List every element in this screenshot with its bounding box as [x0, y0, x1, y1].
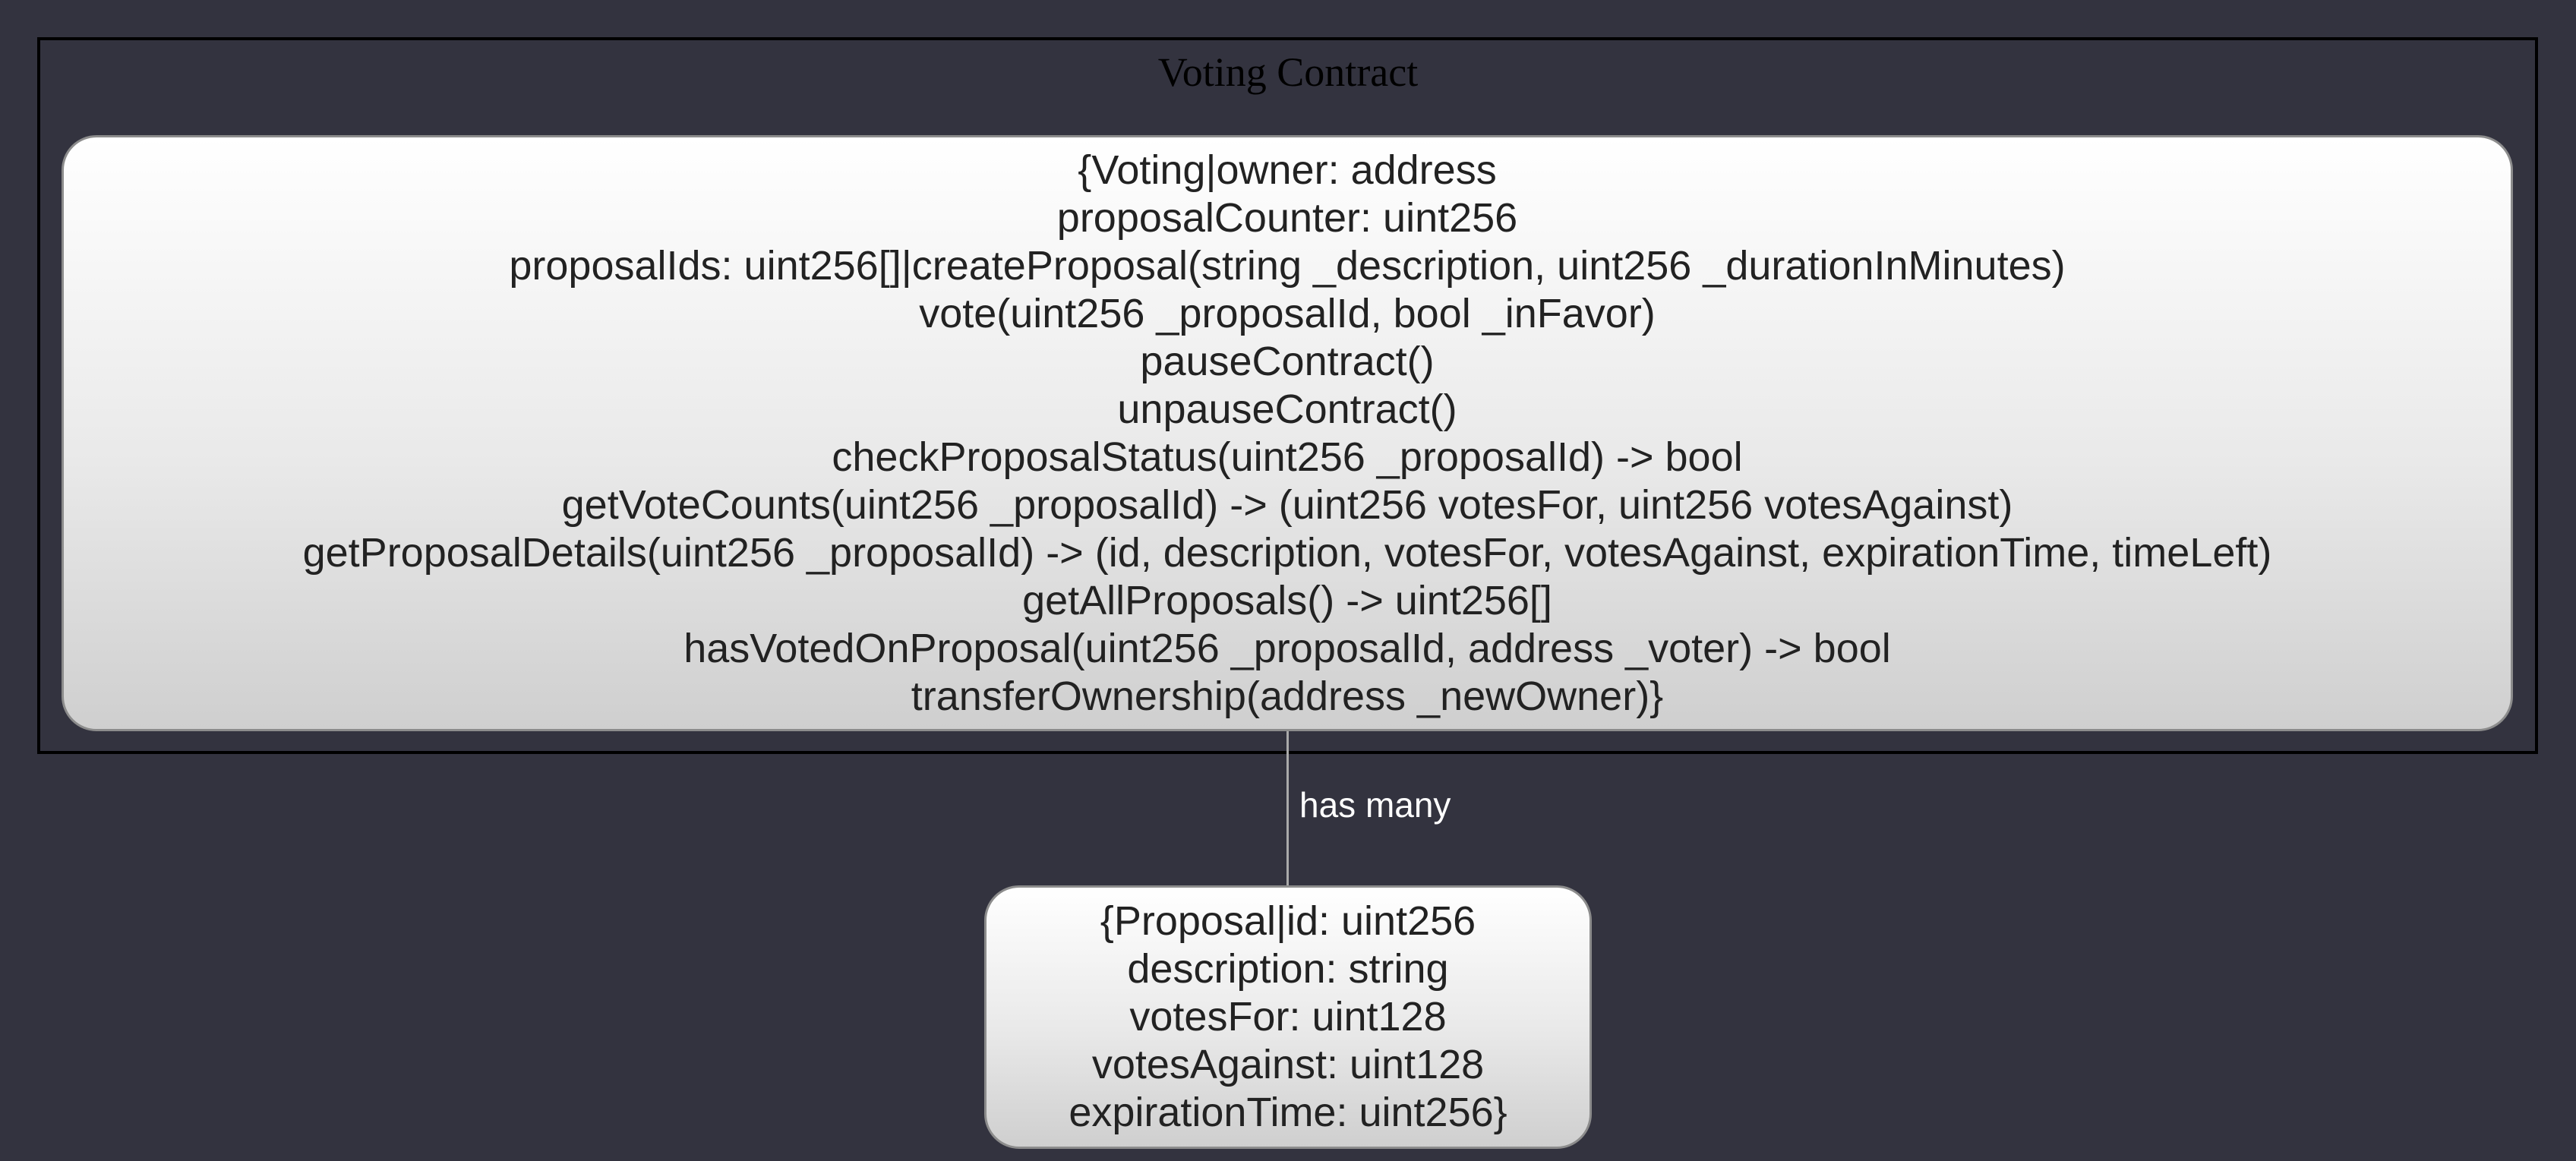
voting-node-line: vote(uint256 _proposalId, bool _inFavor)	[919, 290, 1656, 336]
edge-label: has many	[1299, 785, 1451, 825]
voting-node-line: hasVotedOnProposal(uint256 _proposalId, …	[683, 625, 1891, 671]
voting-node-line: getVoteCounts(uint256 _proposalId) -> (u…	[561, 481, 2013, 528]
voting-node-line: transferOwnership(address _newOwner)}	[911, 673, 1664, 719]
has-many-edge	[1286, 731, 1289, 885]
proposal-node-line: description: string	[1127, 946, 1449, 992]
proposal-class-node: {Proposal|id: uint256 description: strin…	[984, 885, 1592, 1149]
proposal-node-line: votesFor: uint128	[1129, 994, 1447, 1040]
voting-node-line: checkProposalStatus(uint256 _proposalId)…	[832, 434, 1743, 480]
cluster-title: Voting Contract	[1157, 49, 1419, 95]
proposal-node-line: {Proposal|id: uint256	[1100, 898, 1476, 944]
voting-node-line: getAllProposals() -> uint256[]	[1022, 577, 1552, 623]
voting-node-line: {Voting|owner: address	[1078, 147, 1497, 193]
voting-node-line: getProposalDetails(uint256 _proposalId) …	[302, 529, 2272, 576]
voting-node-line: pauseContract()	[1140, 338, 1435, 384]
proposal-node-line: expirationTime: uint256}	[1069, 1090, 1507, 1135]
voting-node-line: unpauseContract()	[1117, 386, 1457, 432]
voting-node-line: proposalIds: uint256[]|createProposal(st…	[509, 242, 2066, 289]
proposal-node-line: votesAgainst: uint128	[1091, 1042, 1485, 1087]
voting-class-node: {Voting|owner: address proposalCounter: …	[62, 135, 2513, 731]
voting-node-line: proposalCounter: uint256	[1056, 194, 1518, 241]
